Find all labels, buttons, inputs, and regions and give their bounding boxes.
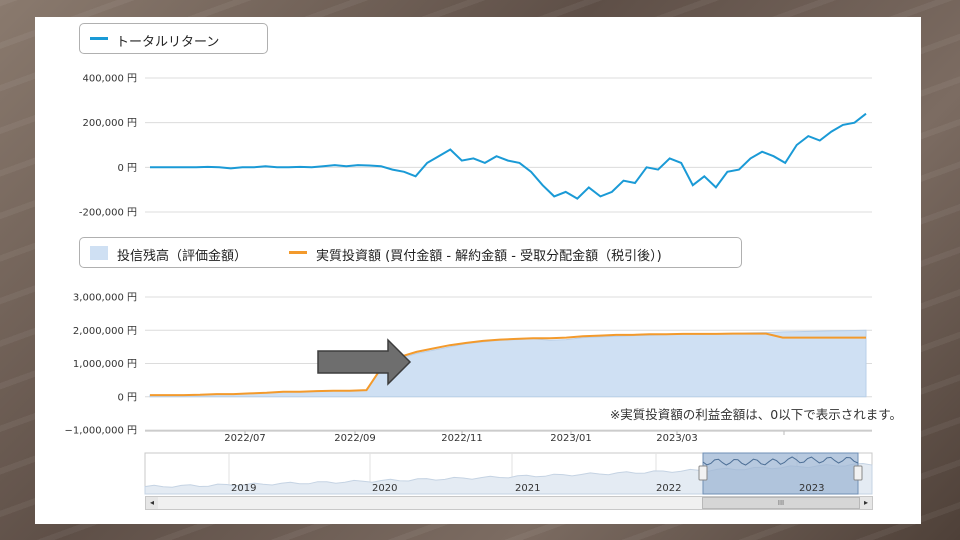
scroll-left-button[interactable]: ◂	[146, 497, 158, 509]
navigator-year-label: 2020	[372, 483, 398, 494]
x-tick-label: 2023/01	[550, 433, 592, 444]
range-scrollbar[interactable]: ◂ III ▸	[145, 496, 873, 510]
balance-legend-swatch	[90, 246, 108, 260]
x-tick-label: 2022/11	[441, 433, 483, 444]
x-tick-label: 2022/09	[334, 433, 376, 444]
balance-legend-label: 投信残高（評価金額）	[117, 249, 248, 264]
investment-legend-swatch	[289, 251, 307, 254]
profit-note: ※実質投資額の利益金額は、0以下で表示されます。	[609, 407, 902, 422]
navigator-year-label: 2022	[656, 483, 682, 494]
x-tick-label: 2023/03	[656, 433, 698, 444]
balance-legend[interactable]: 投信残高（評価金額） 実質投資額 (買付金額 - 解約金額 - 受取分配金額（税…	[79, 237, 742, 268]
navigator-year-label: 2021	[515, 483, 541, 494]
navigator-year-label: 2023	[799, 483, 825, 494]
total-return-legend-label: トータルリターン	[116, 35, 220, 50]
x-tick-label: 2022/07	[224, 433, 266, 444]
chart-panel	[35, 17, 921, 524]
scroll-right-button[interactable]: ▸	[860, 497, 872, 509]
total-return-legend-swatch	[90, 37, 108, 40]
total-return-legend[interactable]: トータルリターン	[79, 23, 268, 54]
scrollbar-thumb[interactable]: III	[702, 497, 860, 509]
investment-legend-label: 実質投資額 (買付金額 - 解約金額 - 受取分配金額（税引後）)	[316, 249, 662, 264]
navigator-year-label: 2019	[231, 483, 257, 494]
